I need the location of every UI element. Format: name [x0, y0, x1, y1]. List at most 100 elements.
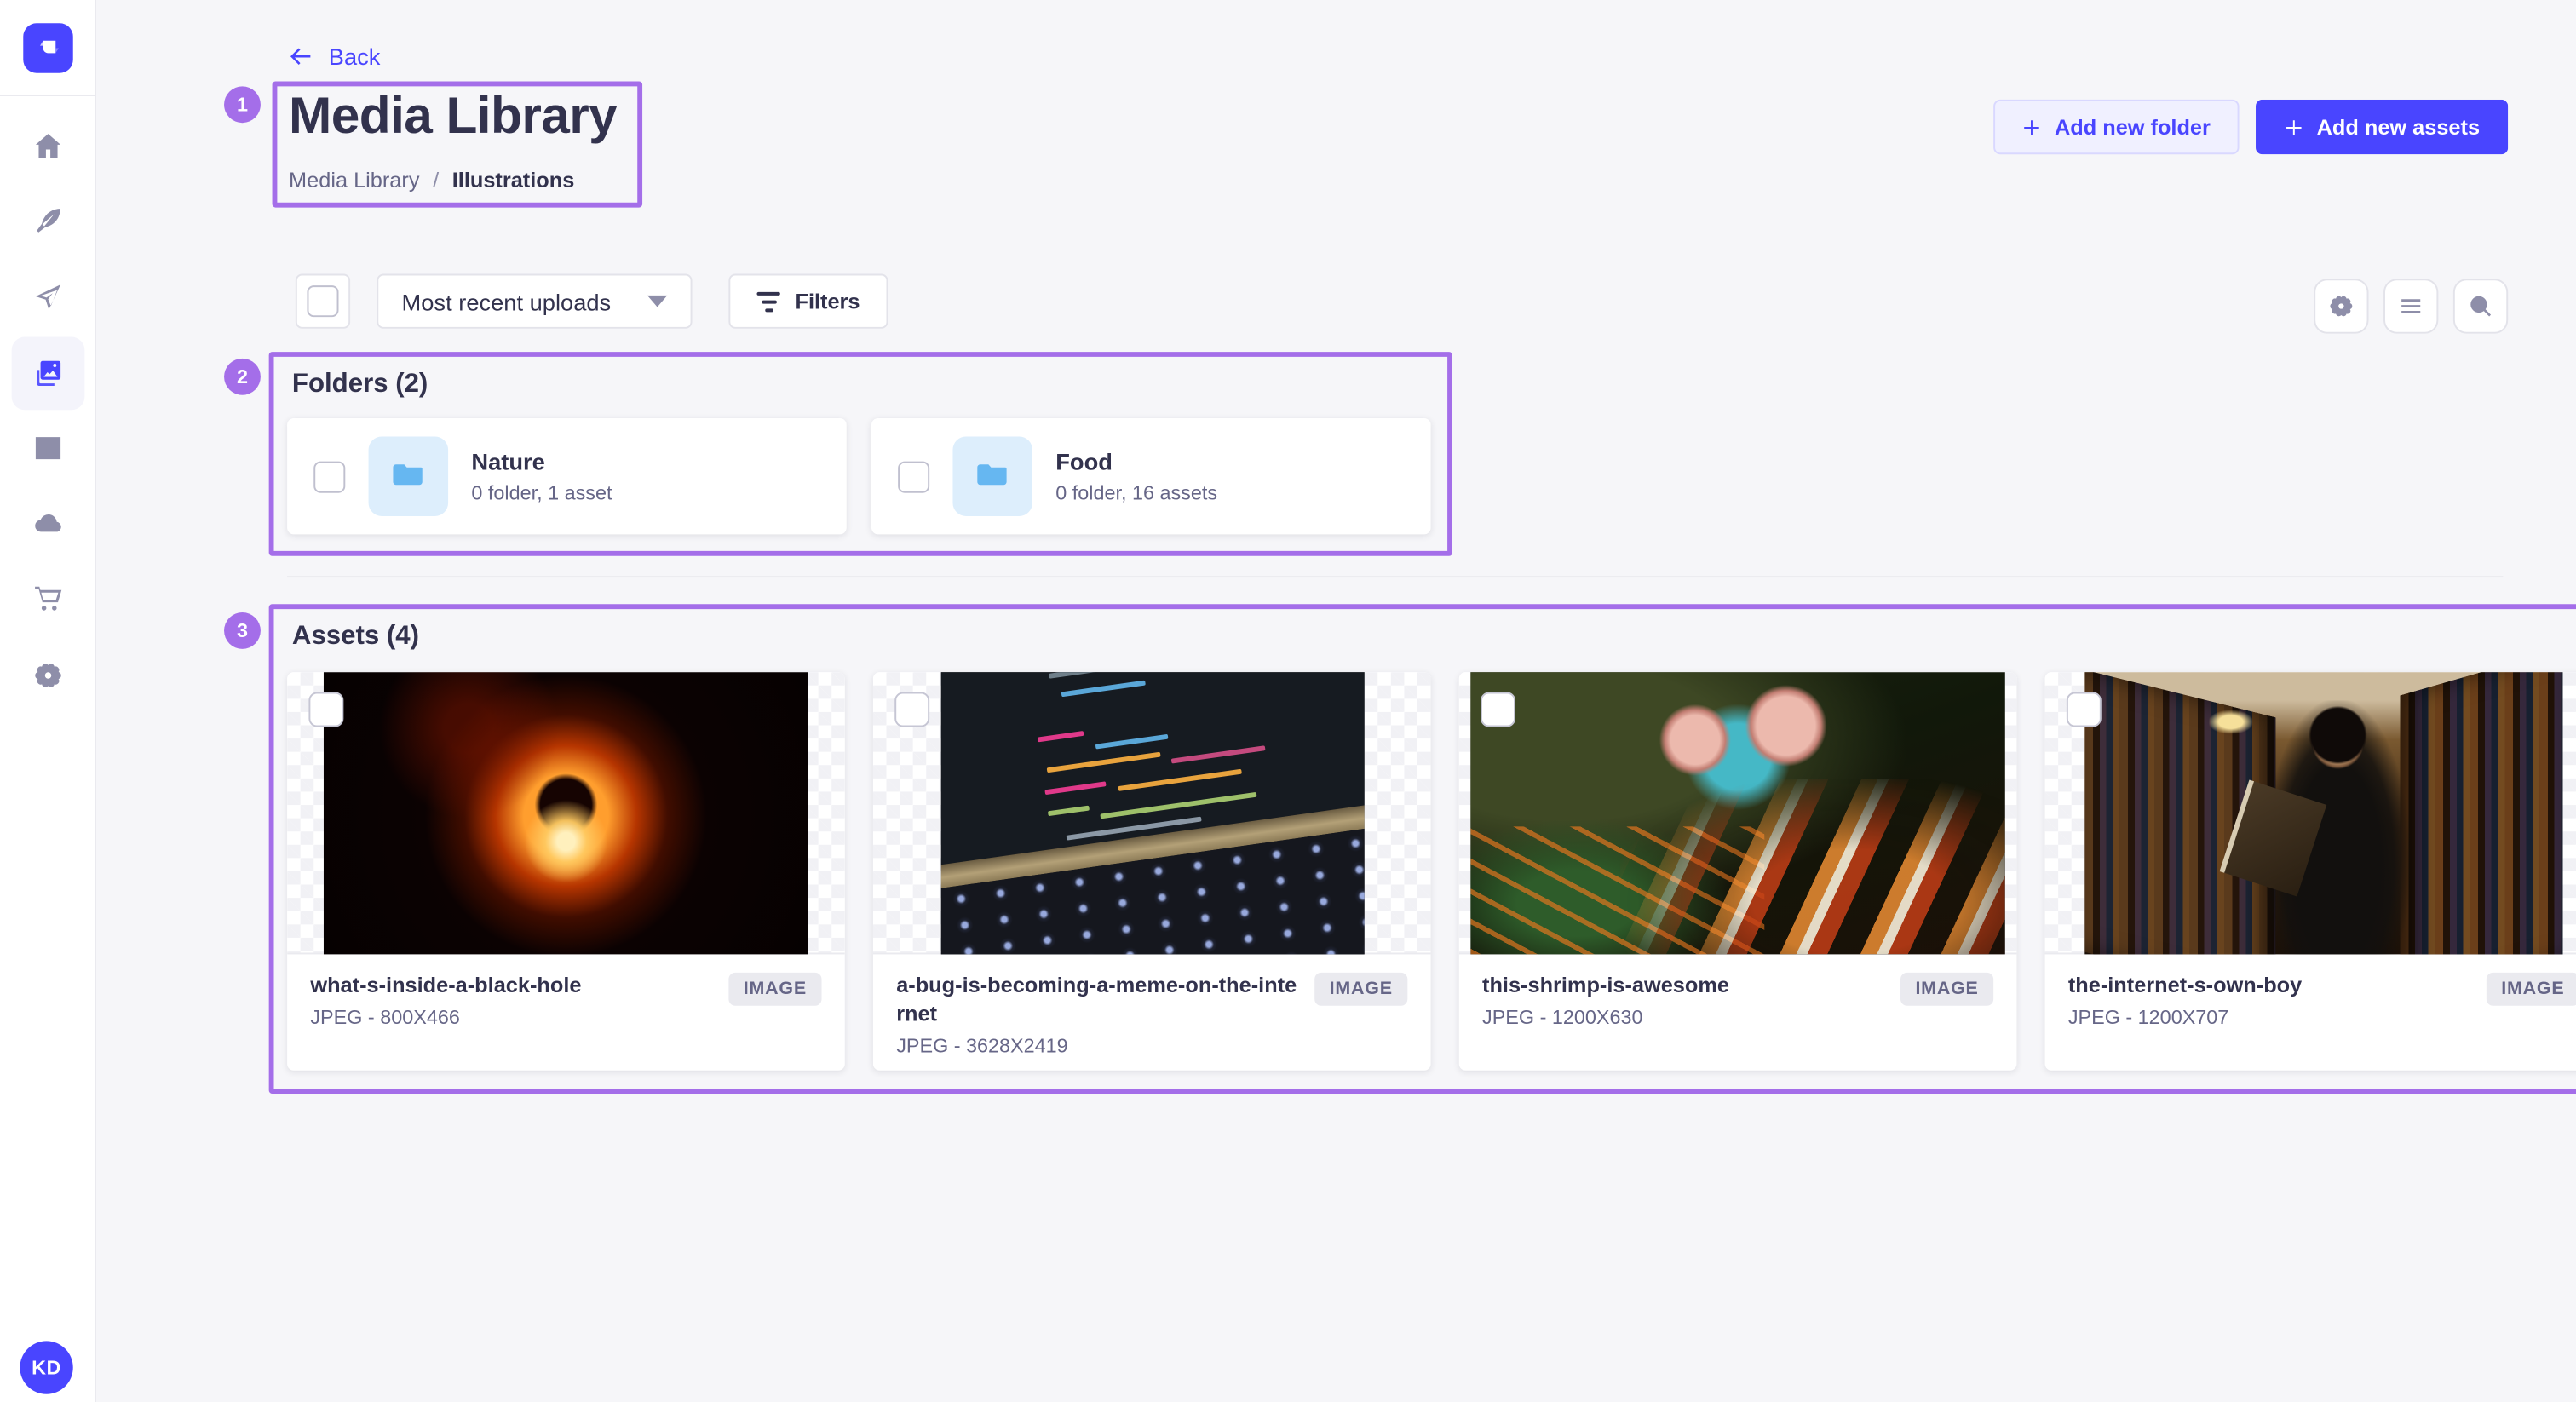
breadcrumb-separator: / [433, 168, 439, 192]
tour-step-3-badge: 3 [224, 612, 261, 649]
folder-info: Nature 0 folder, 1 asset [471, 445, 612, 508]
tour-step-1-badge: 1 [224, 86, 261, 123]
folder-tile [952, 436, 1032, 516]
sidebar-item-deploy[interactable] [12, 486, 85, 560]
folder-icon [973, 457, 1013, 497]
folder-name: Nature [471, 445, 612, 480]
asset-thumbnail [873, 672, 1431, 954]
asset-checkbox[interactable] [1481, 692, 1515, 727]
asset-text: a-bug-is-becoming-a-meme-on-the-internet… [896, 973, 1297, 1057]
layout-icon [32, 432, 65, 465]
filters-label: Filters [795, 289, 860, 313]
sidebar-item-media-library[interactable] [12, 337, 85, 411]
list-view-button[interactable] [2383, 279, 2438, 333]
asset-card-black-hole[interactable]: what-s-inside-a-black-hole JPEG - 800X46… [287, 672, 845, 1071]
asset-card-bug-meme[interactable]: a-bug-is-becoming-a-meme-on-the-internet… [873, 672, 1431, 1071]
asset-type-badge: IMAGE [1900, 973, 1993, 1006]
gear-icon [32, 659, 65, 692]
back-label: Back [329, 43, 381, 70]
strapi-logo[interactable] [23, 23, 72, 72]
folder-meta: 0 folder, 1 asset [471, 480, 612, 508]
add-new-folder-button[interactable]: Add new folder [1993, 100, 2239, 154]
asset-meta: JPEG - 1200X630 [1482, 1006, 1883, 1029]
plus-icon [2021, 117, 2041, 136]
asset-meta: JPEG - 3628X2419 [896, 1033, 1297, 1056]
list-icon [2397, 292, 2425, 320]
cart-icon [32, 583, 65, 616]
filter-icon [757, 291, 780, 311]
main-content: Back 1 Media Library Media Library / Ill… [96, 0, 2576, 1402]
folder-checkbox[interactable] [313, 461, 345, 492]
asset-type-badge: IMAGE [2487, 973, 2576, 1006]
cloud-icon [32, 506, 65, 539]
asset-thumbnail [2045, 672, 2576, 954]
asset-footer: what-s-inside-a-black-hole JPEG - 800X46… [287, 954, 845, 1028]
folder-card-food[interactable]: Food 0 folder, 16 assets [871, 418, 1431, 534]
breadcrumb-root[interactable]: Media Library [289, 168, 419, 192]
folder-icon [388, 457, 428, 497]
asset-footer: the-internet-s-own-boy JPEG - 1200X707 I… [2045, 954, 2576, 1028]
asset-card-internets-own-boy[interactable]: the-internet-s-own-boy JPEG - 1200X707 I… [2045, 672, 2576, 1071]
plus-icon [2284, 117, 2303, 136]
asset-checkbox[interactable] [308, 692, 343, 727]
home-icon [32, 129, 65, 163]
folder-name: Food [1055, 445, 1217, 480]
arrow-left-icon [287, 43, 313, 70]
section-divider [287, 576, 2503, 577]
asset-type-badge: IMAGE [728, 973, 821, 1006]
filters-button[interactable]: Filters [729, 274, 888, 329]
asset-footer: a-bug-is-becoming-a-meme-on-the-internet… [873, 954, 1431, 1056]
sidebar-item-content-type-builder[interactable] [12, 184, 85, 257]
asset-card-shrimp[interactable]: this-shrimp-is-awesome JPEG - 1200X630 I… [1459, 672, 2017, 1071]
asset-thumbnail [287, 672, 845, 954]
add-new-assets-button[interactable]: Add new assets [2255, 100, 2508, 154]
add-folder-label: Add new folder [2055, 114, 2211, 139]
sidebar-item-content-manager[interactable] [12, 411, 85, 485]
folder-card-nature[interactable]: Nature 0 folder, 1 asset [287, 418, 847, 534]
sidebar: KD [0, 0, 96, 1402]
laptop-code-image [940, 672, 1364, 953]
asset-footer: this-shrimp-is-awesome JPEG - 1200X630 I… [1459, 954, 2017, 1028]
page-title: Media Library [289, 86, 617, 146]
asset-checkbox[interactable] [894, 692, 929, 727]
sidebar-item-home[interactable] [12, 110, 85, 183]
strapi-logo-icon [33, 33, 63, 63]
view-controls [2314, 279, 2508, 333]
user-avatar[interactable]: KD [20, 1341, 72, 1393]
back-link[interactable]: Back [287, 43, 380, 70]
sidebar-item-settings[interactable] [12, 639, 85, 712]
search-button[interactable] [2453, 279, 2508, 333]
toolbar: Most recent uploads Filters [296, 274, 888, 329]
tour-step-2-badge: 2 [224, 359, 261, 395]
mantis-shrimp-image [1470, 672, 2004, 953]
header-actions: Add new folder Add new assets [1993, 100, 2508, 154]
asset-checkbox[interactable] [2067, 692, 2102, 727]
configure-view-button[interactable] [2314, 279, 2368, 333]
folder-tile [369, 436, 449, 516]
asset-type-badge: IMAGE [1314, 973, 1407, 1006]
breadcrumb-current: Illustrations [452, 168, 575, 192]
add-assets-label: Add new assets [2317, 114, 2480, 139]
sort-value: Most recent uploads [402, 288, 612, 314]
sidebar-divider [0, 95, 95, 96]
sidebar-item-releases[interactable] [12, 261, 85, 334]
assets-heading: Assets (4) [292, 623, 419, 652]
breadcrumb: Media Library / Illustrations [289, 168, 574, 192]
folder-checkbox[interactable] [898, 461, 929, 492]
folder-info: Food 0 folder, 16 assets [1055, 445, 1217, 508]
feather-icon [32, 204, 65, 238]
asset-text: the-internet-s-own-boy JPEG - 1200X707 [2068, 973, 2470, 1029]
media-library-page: KD Back 1 Media Library Media Library / … [0, 0, 2576, 1402]
asset-meta: JPEG - 1200X707 [2068, 1006, 2470, 1029]
asset-title: the-internet-s-own-boy [2068, 973, 2470, 1001]
folders-heading: Folders (2) [292, 371, 428, 400]
sort-dropdown[interactable]: Most recent uploads [377, 274, 692, 329]
asset-meta: JPEG - 800X466 [310, 1006, 711, 1029]
folder-meta: 0 folder, 16 assets [1055, 480, 1217, 508]
select-all-checkbox[interactable] [307, 285, 338, 317]
asset-title: this-shrimp-is-awesome [1482, 973, 1883, 1001]
search-icon [2466, 292, 2494, 320]
cog-icon [2327, 292, 2355, 320]
asset-text: what-s-inside-a-black-hole JPEG - 800X46… [310, 973, 711, 1029]
sidebar-item-marketplace[interactable] [12, 563, 85, 636]
